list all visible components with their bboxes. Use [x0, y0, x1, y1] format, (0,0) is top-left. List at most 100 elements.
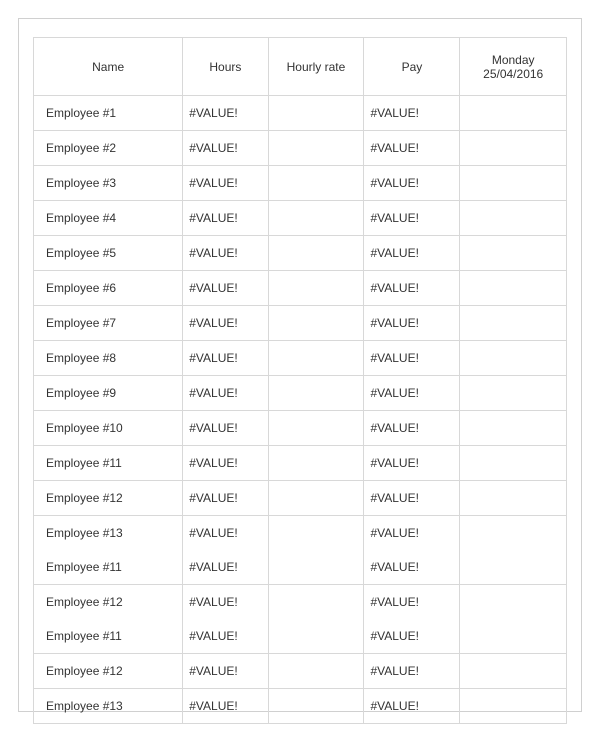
header-name: Name — [34, 38, 183, 96]
cell-date — [460, 166, 567, 201]
cell-name: Employee #2 — [34, 131, 183, 166]
cell-date — [460, 446, 567, 481]
cell-rate — [268, 341, 364, 376]
header-date-line1: Monday — [492, 53, 535, 67]
cell-hours: #VALUE! — [183, 96, 268, 131]
cell-rate — [268, 376, 364, 411]
cell-name: Employee #12 — [34, 585, 183, 620]
cell-name: Employee #8 — [34, 341, 183, 376]
table-row: Employee #8#VALUE!#VALUE! — [34, 341, 567, 376]
cell-pay: #VALUE! — [364, 619, 460, 654]
cell-name: Employee #11 — [34, 619, 183, 654]
cell-name: Employee #12 — [34, 654, 183, 689]
cell-rate — [268, 516, 364, 551]
cell-name: Employee #12 — [34, 481, 183, 516]
cell-date — [460, 585, 567, 620]
cell-date — [460, 236, 567, 271]
cell-pay: #VALUE! — [364, 96, 460, 131]
cell-pay: #VALUE! — [364, 411, 460, 446]
cell-pay: #VALUE! — [364, 516, 460, 551]
cell-date — [460, 96, 567, 131]
payroll-table: Name Hours Hourly rate Pay Monday 25/04/… — [33, 37, 567, 724]
table-row: Employee #11#VALUE!#VALUE! — [34, 446, 567, 481]
cell-pay: #VALUE! — [364, 654, 460, 689]
cell-pay: #VALUE! — [364, 585, 460, 620]
cell-rate — [268, 236, 364, 271]
cell-pay: #VALUE! — [364, 341, 460, 376]
cell-hours: #VALUE! — [183, 306, 268, 341]
cell-rate — [268, 654, 364, 689]
cell-hours: #VALUE! — [183, 166, 268, 201]
table-row: Employee #7#VALUE!#VALUE! — [34, 306, 567, 341]
table-row: Employee #11#VALUE!#VALUE! — [34, 619, 567, 654]
cell-name: Employee #7 — [34, 306, 183, 341]
header-date-line2: 25/04/2016 — [466, 67, 560, 81]
cell-date — [460, 654, 567, 689]
header-hours: Hours — [183, 38, 268, 96]
cell-hours: #VALUE! — [183, 411, 268, 446]
table-row: Employee #9#VALUE!#VALUE! — [34, 376, 567, 411]
cell-date — [460, 619, 567, 654]
table-row: Employee #12#VALUE!#VALUE! — [34, 585, 567, 620]
header-rate: Hourly rate — [268, 38, 364, 96]
cell-pay: #VALUE! — [364, 689, 460, 724]
cell-rate — [268, 201, 364, 236]
cell-name: Employee #4 — [34, 201, 183, 236]
cell-name: Employee #10 — [34, 411, 183, 446]
cell-rate — [268, 166, 364, 201]
cell-pay: #VALUE! — [364, 271, 460, 306]
cell-rate — [268, 131, 364, 166]
cell-date — [460, 306, 567, 341]
header-pay: Pay — [364, 38, 460, 96]
cell-hours: #VALUE! — [183, 376, 268, 411]
cell-pay: #VALUE! — [364, 166, 460, 201]
cell-date — [460, 201, 567, 236]
table-row: Employee #6#VALUE!#VALUE! — [34, 271, 567, 306]
cell-hours: #VALUE! — [183, 689, 268, 724]
table-row: Employee #13#VALUE!#VALUE! — [34, 689, 567, 724]
cell-pay: #VALUE! — [364, 481, 460, 516]
cell-date — [460, 131, 567, 166]
cell-rate — [268, 271, 364, 306]
table-row: Employee #1#VALUE!#VALUE! — [34, 96, 567, 131]
cell-hours: #VALUE! — [183, 516, 268, 551]
cell-rate — [268, 481, 364, 516]
cell-pay: #VALUE! — [364, 201, 460, 236]
cell-date — [460, 271, 567, 306]
table-row: Employee #3#VALUE!#VALUE! — [34, 166, 567, 201]
table-header-row: Name Hours Hourly rate Pay Monday 25/04/… — [34, 38, 567, 96]
cell-hours: #VALUE! — [183, 585, 268, 620]
cell-hours: #VALUE! — [183, 446, 268, 481]
cell-date — [460, 481, 567, 516]
cell-date — [460, 341, 567, 376]
cell-pay: #VALUE! — [364, 306, 460, 341]
table-row: Employee #11#VALUE!#VALUE! — [34, 550, 567, 585]
header-date: Monday 25/04/2016 — [460, 38, 567, 96]
cell-hours: #VALUE! — [183, 271, 268, 306]
cell-name: Employee #3 — [34, 166, 183, 201]
cell-hours: #VALUE! — [183, 619, 268, 654]
cell-hours: #VALUE! — [183, 131, 268, 166]
table-row: Employee #10#VALUE!#VALUE! — [34, 411, 567, 446]
cell-date — [460, 411, 567, 446]
page-frame: Name Hours Hourly rate Pay Monday 25/04/… — [18, 18, 582, 712]
cell-pay: #VALUE! — [364, 550, 460, 585]
table-row: Employee #13#VALUE!#VALUE! — [34, 516, 567, 551]
cell-hours: #VALUE! — [183, 341, 268, 376]
table-row: Employee #4#VALUE!#VALUE! — [34, 201, 567, 236]
cell-date — [460, 376, 567, 411]
cell-rate — [268, 446, 364, 481]
cell-date — [460, 516, 567, 551]
cell-hours: #VALUE! — [183, 236, 268, 271]
cell-hours: #VALUE! — [183, 654, 268, 689]
cell-pay: #VALUE! — [364, 376, 460, 411]
table-row: Employee #12#VALUE!#VALUE! — [34, 654, 567, 689]
table-row: Employee #2#VALUE!#VALUE! — [34, 131, 567, 166]
cell-pay: #VALUE! — [364, 236, 460, 271]
cell-pay: #VALUE! — [364, 446, 460, 481]
cell-name: Employee #6 — [34, 271, 183, 306]
cell-rate — [268, 689, 364, 724]
cell-name: Employee #11 — [34, 550, 183, 585]
cell-name: Employee #11 — [34, 446, 183, 481]
table-row: Employee #5#VALUE!#VALUE! — [34, 236, 567, 271]
